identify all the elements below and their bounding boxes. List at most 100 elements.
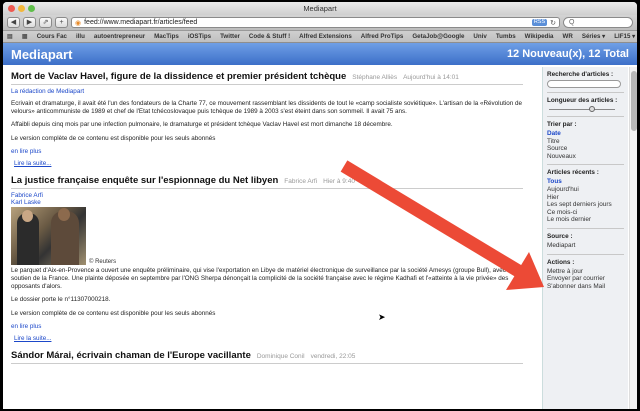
article-paragraph: Le parquet d'Aix-en-Provence a ouvert un…: [11, 266, 513, 291]
recent-option[interactable]: Aujourd'hui: [547, 186, 624, 194]
bookmark-item[interactable]: Alfred Extensions: [299, 33, 352, 40]
bookmark-item[interactable]: Séries ▾: [582, 33, 605, 40]
source-option[interactable]: Mediapart: [547, 242, 624, 250]
forward-button[interactable]: ▶: [23, 17, 36, 28]
sort-option[interactable]: Titre: [547, 138, 624, 146]
article: Sándor Márai, écrivain chaman de l'Europ…: [11, 350, 523, 364]
article-image-row: © Reuters: [11, 206, 523, 265]
bookmark-item[interactable]: Wikipedia: [525, 33, 554, 40]
article-title-row[interactable]: Mort de Vaclav Havel, figure de la dissi…: [11, 71, 523, 85]
sort-label: Trier par :: [547, 121, 577, 128]
source-label: Source :: [547, 232, 573, 240]
length-slider[interactable]: [547, 106, 624, 112]
bookmark-item[interactable]: autoentrepreneur: [94, 33, 145, 40]
bookmark-item[interactable]: illu: [76, 33, 85, 40]
article-paragraph: Affaibli depuis cinq mois par une infect…: [11, 121, 393, 129]
sort-option[interactable]: Date: [547, 130, 624, 138]
photo-credit: © Reuters: [89, 258, 117, 265]
article-date: Aujourd'hui à 14:01: [403, 74, 459, 81]
article-title[interactable]: Mort de Vaclav Havel, figure de la dissi…: [11, 71, 346, 82]
recent-option[interactable]: Les sept derniers jours: [547, 201, 624, 209]
window-title: Mediapart: [303, 4, 337, 13]
feed-icon: ◉: [75, 19, 82, 27]
recent-label: Articles récents :: [547, 169, 599, 177]
back-button[interactable]: ◀: [7, 17, 20, 28]
sort-section: Trier par : Date Titre Source Nouveaux: [547, 121, 624, 166]
slider-knob[interactable]: [589, 106, 595, 112]
bookmark-item[interactable]: Twitter: [220, 33, 240, 40]
length-label: Longueur des articles :: [547, 97, 618, 104]
article-byline[interactable]: Karl Laske: [11, 199, 523, 206]
grid-icon[interactable]: ▦: [22, 33, 28, 40]
add-bookmark-button[interactable]: +: [55, 17, 68, 28]
recent-section: Articles récents : Tous Aujourd'hui Hier…: [547, 169, 624, 229]
recent-option[interactable]: Le mois dernier: [547, 216, 624, 224]
continue-link[interactable]: Lire la suite...: [14, 160, 523, 167]
article-title[interactable]: La justice française enquête sur l'espio…: [11, 175, 278, 186]
sort-option[interactable]: Nouveaux: [547, 153, 624, 161]
mouse-cursor-icon: ➤: [378, 312, 386, 322]
search-label: Recherche d'articles :: [547, 71, 614, 78]
window-controls: [8, 5, 35, 12]
bookmark-item[interactable]: WR: [563, 33, 573, 40]
continue-link[interactable]: Lire la suite...: [14, 335, 523, 342]
actions-label: Actions :: [547, 258, 575, 266]
title-bar: Mediapart: [3, 2, 637, 15]
scrollbar[interactable]: [629, 67, 637, 409]
length-section: Longueur des articles :: [547, 97, 624, 117]
reload-icon[interactable]: ↻: [550, 19, 556, 27]
bookmark-item[interactable]: Cours Fac: [37, 33, 67, 40]
minimize-icon[interactable]: [18, 5, 25, 12]
actions-section: Actions : Mettre à jour Envoyer par cour…: [547, 259, 624, 291]
article-search-input[interactable]: [547, 80, 621, 88]
book-icon[interactable]: ▤: [7, 33, 13, 40]
recent-option[interactable]: Tous: [547, 178, 624, 186]
scrollbar-thumb[interactable]: [631, 71, 637, 131]
article-title-row[interactable]: Sándor Márai, écrivain chaman de l'Europ…: [11, 350, 523, 364]
article-list: Mort de Vaclav Havel, figure de la dissi…: [3, 67, 531, 409]
address-bar[interactable]: ◉ feed://www.mediapart.fr/articles/feed …: [71, 17, 560, 28]
feed-title: Mediapart: [11, 46, 73, 62]
subscribe-in-mail-action[interactable]: S'abonner dans Mail: [547, 283, 624, 291]
bookmark-item[interactable]: Alfred ProTips: [361, 33, 404, 40]
article-byline[interactable]: Fabrice Arfi: [11, 192, 523, 199]
article: Mort de Vaclav Havel, figure de la dissi…: [11, 71, 523, 167]
toolbar: ◀ ▶ ⇗ + ◉ feed://www.mediapart.fr/articl…: [3, 15, 637, 31]
article-date: Hier à 9:40: [323, 177, 355, 185]
article-byline[interactable]: La rédaction de Mediapart: [11, 88, 523, 95]
article-paragraph: Ecrivain et dramaturge, il avait été l'u…: [11, 100, 522, 116]
sort-option[interactable]: Source: [547, 145, 624, 153]
read-more-link[interactable]: en lire plus: [11, 148, 523, 155]
bookmark-item[interactable]: Univ: [473, 33, 486, 40]
search-input[interactable]: Q: [563, 17, 633, 28]
read-more-link[interactable]: en lire plus: [11, 323, 523, 330]
update-action[interactable]: Mettre à jour: [547, 268, 624, 276]
feed-header: Mediapart 12 Nouveau(x), 12 Total: [3, 43, 637, 65]
browser-window: Mediapart ◀ ▶ ⇗ + ◉ feed://www.mediapart…: [3, 2, 637, 409]
recent-option[interactable]: Ce mois-ci: [547, 209, 624, 217]
article-author: Fabrice Arfi: [284, 177, 318, 185]
zoom-icon[interactable]: [28, 5, 35, 12]
email-action[interactable]: Envoyer par courrier: [547, 275, 624, 283]
source-section: Source : Mediapart: [547, 233, 624, 255]
bookmark-item[interactable]: iOSTips: [188, 33, 211, 40]
bookmark-item[interactable]: Tumbs: [496, 33, 516, 40]
close-icon[interactable]: [8, 5, 15, 12]
sidebar: Recherche d'articles : Longueur des arti…: [542, 67, 628, 409]
bookmark-item[interactable]: GetaJob@Google: [412, 33, 464, 40]
article-paragraph: Le dossier porte le n°11307000218.: [11, 296, 111, 304]
recent-option[interactable]: Hier: [547, 194, 624, 202]
bookmark-item[interactable]: LIF15 ▾: [614, 33, 635, 40]
article-author: Stéphane Alliès: [352, 74, 398, 81]
search-section: Recherche d'articles :: [547, 71, 624, 93]
article-paragraph: Le version complète de ce contenu est di…: [11, 309, 216, 317]
article-title-row[interactable]: La justice française enquête sur l'espio…: [11, 175, 523, 189]
article-title[interactable]: Sándor Márai, écrivain chaman de l'Europ…: [11, 350, 251, 361]
rss-badge[interactable]: RSS: [531, 19, 548, 26]
article: La justice française enquête sur l'espio…: [11, 175, 523, 342]
bookmark-item[interactable]: Code & Stuff !: [249, 33, 290, 40]
bookmark-item[interactable]: MacTips: [154, 33, 179, 40]
share-button[interactable]: ⇗: [39, 17, 52, 28]
article-paragraph: Le version complète de ce contenu est di…: [11, 134, 216, 142]
article-author: Dominique Conil: [256, 352, 305, 360]
